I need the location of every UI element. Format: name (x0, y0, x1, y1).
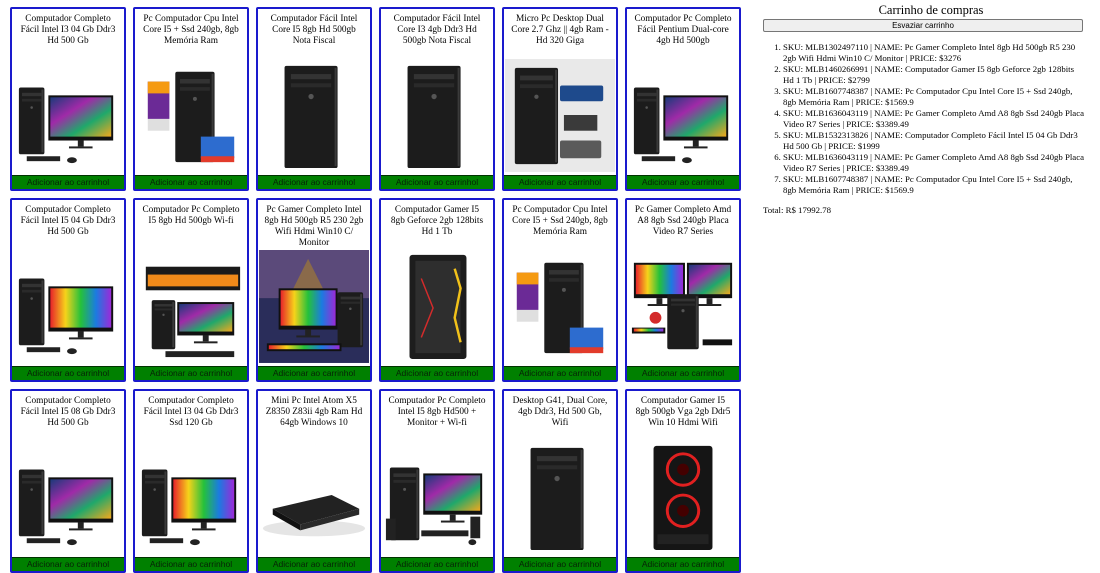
add-to-cart-button[interactable]: Adicionar ao carrinhol (627, 366, 739, 380)
add-to-cart-button[interactable]: Adicionar ao carrinhol (135, 366, 247, 380)
product-title: Computador Pc Completo I5 8gb Hd 500gb W… (142, 205, 240, 226)
cart-item: SKU: MLB1636043119 | NAME: Pc Gamer Comp… (783, 108, 1085, 130)
product-image (505, 250, 615, 364)
cart-item: SKU: MLB1532313826 | NAME: Computador Co… (783, 130, 1085, 152)
product-card: Computador Completo Fácil Intel I5 08 Gb… (10, 389, 126, 573)
product-card: Computador Gamer I5 8gb 500gb Vga 2gb Dd… (625, 389, 741, 573)
product-image (628, 441, 738, 555)
product-title: Computador Completo Fácil Intel I3 04 Gb… (20, 14, 116, 46)
product-card: Computador Fácil Intel Core I3 4gb Ddr3 … (379, 7, 495, 191)
product-card: Computador Completo Fácil Intel I3 04 Gb… (10, 7, 126, 191)
product-image (13, 59, 123, 173)
add-to-cart-button[interactable]: Adicionar ao carrinhol (258, 175, 370, 189)
product-title: Pc Computador Cpu Intel Core I5 + Ssd 24… (512, 205, 608, 237)
add-to-cart-button[interactable]: Adicionar ao carrinhol (504, 175, 616, 189)
add-to-cart-button[interactable]: Adicionar ao carrinhol (135, 175, 247, 189)
product-title: Computador Pc Completo Intel I5 8gb Hd50… (388, 396, 486, 428)
add-to-cart-button[interactable]: Adicionar ao carrinhol (381, 557, 493, 571)
product-title: Micro Pc Desktop Dual Core 2.7 Ghz || 4g… (511, 14, 609, 46)
product-card: Computador Pc Completo I5 8gb Hd 500gb W… (133, 198, 249, 382)
product-title: Pc Gamer Completo Intel 8gb Hd 500gb R5 … (264, 205, 364, 248)
product-title: Pc Gamer Completo Amd A8 8gb Ssd 240gb P… (634, 205, 732, 237)
add-to-cart-button[interactable]: Adicionar ao carrinhol (258, 366, 370, 380)
empty-cart-button[interactable]: Esvaziar carrinho (763, 19, 1083, 32)
product-grid: Computador Completo Fácil Intel I3 04 Gb… (10, 7, 741, 573)
product-card: Micro Pc Desktop Dual Core 2.7 Ghz || 4g… (502, 7, 618, 191)
product-title: Computador Completo Fácil Intel I5 08 Gb… (20, 396, 116, 428)
cart-title: Carrinho de compras (878, 3, 984, 17)
product-image (259, 441, 369, 555)
product-card: Computador Pc Completo Intel I5 8gb Hd50… (379, 389, 495, 573)
product-title: Computador Fácil Intel Core I5 8gb Hd 50… (270, 14, 358, 46)
product-image (136, 59, 246, 173)
product-image (13, 441, 123, 555)
cart-item: SKU: MLB1460266991 | NAME: Computador Ga… (783, 64, 1085, 86)
cart-item: SKU: MLB1636043119 | NAME: Pc Gamer Comp… (783, 152, 1085, 174)
product-image (259, 59, 369, 173)
add-to-cart-button[interactable]: Adicionar ao carrinhol (504, 366, 616, 380)
product-card: Pc Gamer Completo Intel 8gb Hd 500gb R5 … (256, 198, 372, 382)
product-image (628, 59, 738, 173)
product-title: Desktop G41, Dual Core, 4gb Ddr3, Hd 500… (512, 396, 608, 428)
shopping-cart: Carrinho de compras Esvaziar carrinho SK… (763, 3, 1099, 215)
cart-item: SKU: MLB1607748387 | NAME: Pc Computador… (783, 174, 1085, 196)
product-image (505, 59, 615, 173)
product-card: Computador Fácil Intel Core I5 8gb Hd 50… (256, 7, 372, 191)
product-card: Pc Computador Cpu Intel Core I5 + Ssd 24… (502, 198, 618, 382)
add-to-cart-button[interactable]: Adicionar ao carrinhol (12, 366, 124, 380)
product-image (382, 250, 492, 364)
product-title: Computador Completo Fácil Intel I3 04 Gb… (143, 396, 239, 428)
product-title: Computador Gamer I5 8gb Geforce 2gb 128b… (390, 205, 484, 237)
add-to-cart-button[interactable]: Adicionar ao carrinhol (504, 557, 616, 571)
product-card: Computador Pc Completo Fácil Pentium Dua… (625, 7, 741, 191)
product-title: Computador Gamer I5 8gb 500gb Vga 2gb Dd… (635, 396, 731, 428)
add-to-cart-button[interactable]: Adicionar ao carrinhol (135, 557, 247, 571)
cart-item: SKU: MLB1607748387 | NAME: Pc Computador… (783, 86, 1085, 108)
add-to-cart-button[interactable]: Adicionar ao carrinhol (381, 366, 493, 380)
product-image (382, 441, 492, 555)
product-image (382, 59, 492, 173)
product-card: Computador Gamer I5 8gb Geforce 2gb 128b… (379, 198, 495, 382)
product-image (259, 250, 369, 364)
product-card: Pc Gamer Completo Amd A8 8gb Ssd 240gb P… (625, 198, 741, 382)
add-to-cart-button[interactable]: Adicionar ao carrinhol (258, 557, 370, 571)
add-to-cart-button[interactable]: Adicionar ao carrinhol (12, 557, 124, 571)
product-title: Computador Pc Completo Fácil Pentium Dua… (634, 14, 732, 46)
product-title: Computador Fácil Intel Core I3 4gb Ddr3 … (393, 14, 481, 46)
product-card: Desktop G41, Dual Core, 4gb Ddr3, Hd 500… (502, 389, 618, 573)
product-image (628, 250, 738, 364)
product-image (505, 441, 615, 555)
product-image (136, 250, 246, 364)
product-card: Mini Pc Intel Atom X5 Z8350 Z83ii 4gb Ra… (256, 389, 372, 573)
add-to-cart-button[interactable]: Adicionar ao carrinhol (627, 175, 739, 189)
product-card: Computador Completo Fácil Intel I3 04 Gb… (133, 389, 249, 573)
product-title: Pc Computador Cpu Intel Core I5 + Ssd 24… (143, 14, 239, 46)
product-card: Pc Computador Cpu Intel Core I5 + Ssd 24… (133, 7, 249, 191)
product-title: Mini Pc Intel Atom X5 Z8350 Z83ii 4gb Ra… (265, 396, 363, 428)
product-title: Computador Completo Fácil Intel I5 04 Gb… (20, 205, 116, 237)
add-to-cart-button[interactable]: Adicionar ao carrinhol (381, 175, 493, 189)
cart-item: SKU: MLB1302497110 | NAME: Pc Gamer Comp… (783, 42, 1085, 64)
cart-total: Total: R$ 17992.78 (763, 205, 832, 215)
add-to-cart-button[interactable]: Adicionar ao carrinhol (627, 557, 739, 571)
cart-item-list: SKU: MLB1302497110 | NAME: Pc Gamer Comp… (763, 42, 1085, 196)
product-image (136, 441, 246, 555)
product-card: Computador Completo Fácil Intel I5 04 Gb… (10, 198, 126, 382)
add-to-cart-button[interactable]: Adicionar ao carrinhol (12, 175, 124, 189)
product-image (13, 250, 123, 364)
